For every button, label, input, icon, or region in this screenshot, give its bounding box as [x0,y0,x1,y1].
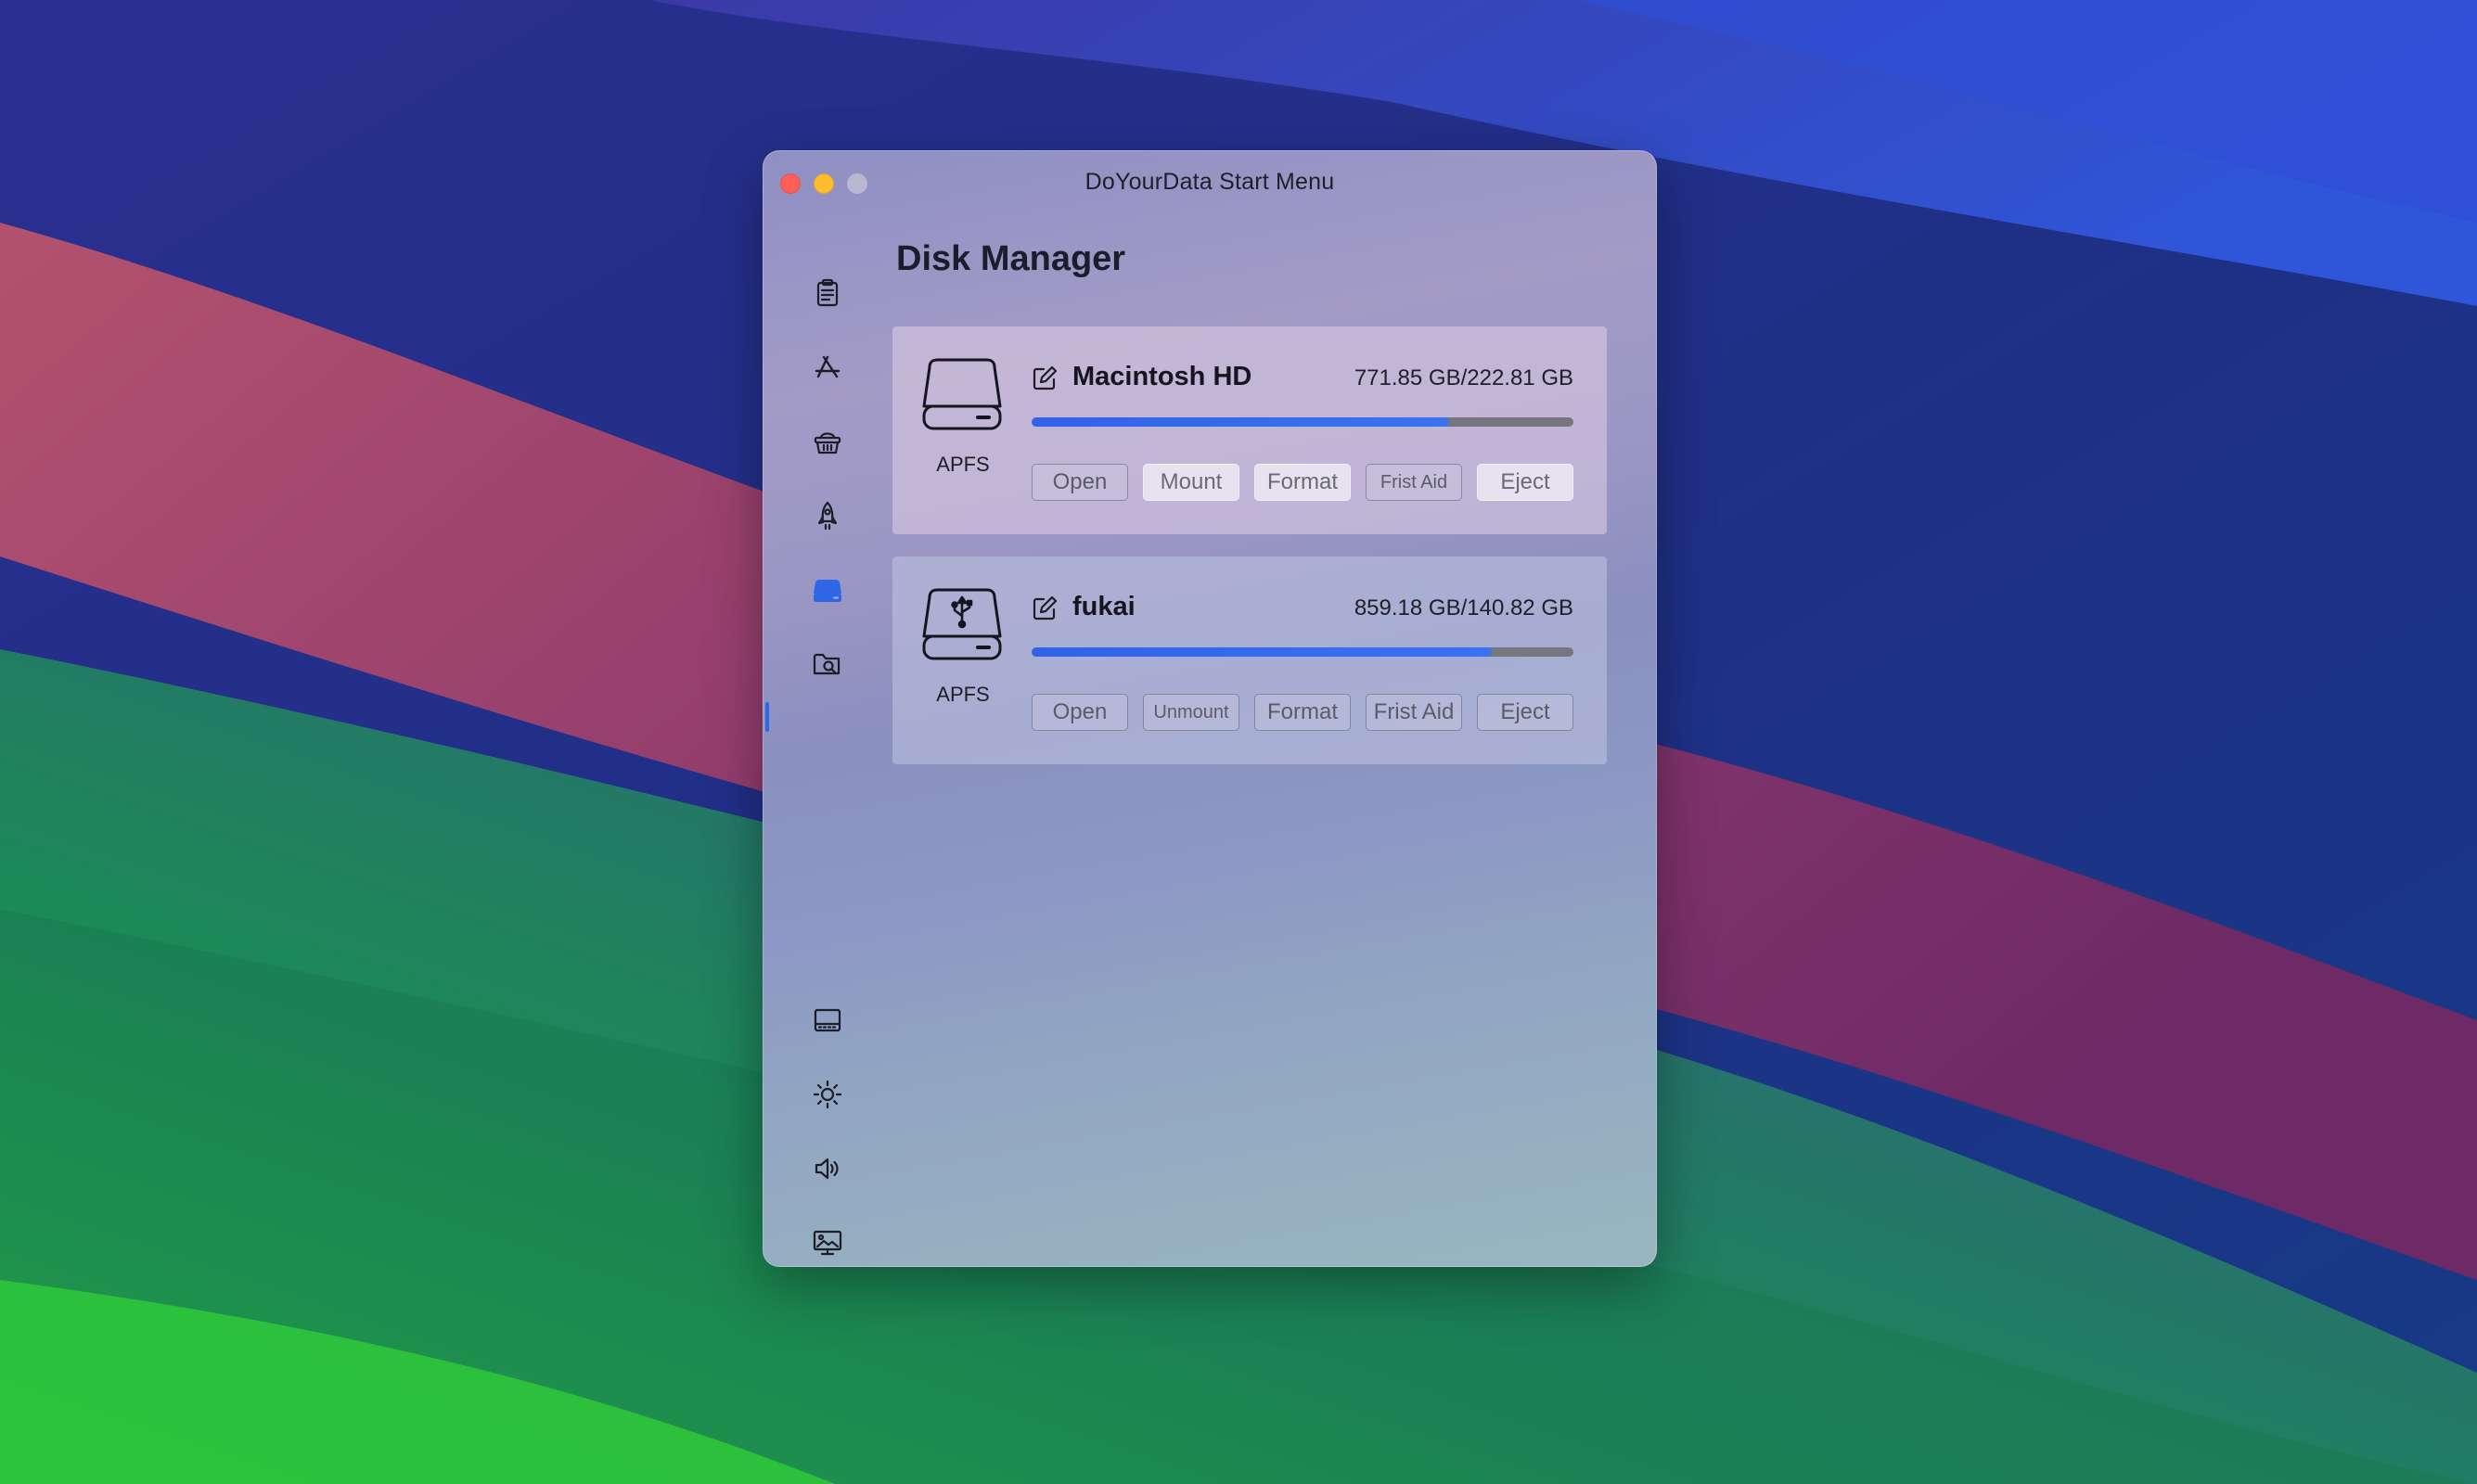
sidebar-item-basket[interactable] [805,419,850,464]
disk-actions: Open Mount Format Frist Aid Eject [1032,464,1573,503]
usage-bar-fill [1032,417,1449,427]
format-button[interactable]: Format [1254,694,1351,731]
usage-bar [1032,647,1573,657]
rocket-icon [817,501,838,531]
active-indicator [765,702,769,732]
basket-icon [814,432,841,454]
display-settings-icon [813,1230,842,1256]
window-title: DoYourData Start Menu [1084,169,1335,195]
disk-size: 859.18 GB/140.82 GB [1354,595,1573,620]
disk-name: fukai [1072,592,1136,621]
folder-search-icon [813,653,841,675]
sidebar-item-brightness[interactable] [805,1072,850,1117]
sidebar [763,217,892,1267]
sidebar-item-volume[interactable] [805,1146,850,1191]
hard-drive-icon [814,580,841,602]
eject-button[interactable]: Eject [1477,694,1573,731]
filesystem-label: APFS [936,453,990,476]
title-bar[interactable]: DoYourData Start Menu [763,150,1657,217]
usage-bar-fill [1032,647,1493,657]
open-button[interactable]: Open [1032,694,1128,731]
sidebar-item-screen[interactable] [805,998,850,1043]
filesystem-label: APFS [936,683,990,706]
sidebar-item-clipboard[interactable] [805,271,850,315]
disk-name: Macintosh HD [1072,362,1252,391]
sidebar-item-display-settings[interactable] [805,1221,850,1265]
open-button[interactable]: Open [1032,464,1128,501]
eject-button[interactable]: Eject [1477,464,1573,501]
edit-name-icon[interactable] [1032,365,1058,391]
app-store-icon [815,355,841,378]
disk-actions: Open Unmount Format Frist Aid Eject [1032,694,1573,733]
screen-icon [814,1008,841,1032]
unmount-button[interactable]: Unmount [1143,694,1239,731]
format-button[interactable]: Format [1254,464,1351,501]
disk-size: 771.85 GB/222.81 GB [1354,365,1573,390]
usb-drive-icon [922,588,1002,660]
close-window-button[interactable] [780,173,801,194]
volume-icon [815,1158,839,1180]
app-window: DoYourData Start Menu Disk Manager APFS … [763,150,1657,1267]
mount-button[interactable]: Mount [1143,464,1239,501]
edit-name-icon[interactable] [1032,595,1058,621]
clipboard-icon [816,278,839,307]
internal-drive-icon [922,358,1002,430]
sidebar-item-folder-search[interactable] [805,642,850,686]
sidebar-item-app-store[interactable] [805,345,850,390]
usage-bar [1032,417,1573,427]
disk-card-fukai: APFS fukai 859.18 GB/140.82 GB Open Unmo… [892,556,1607,764]
brightness-icon [813,1080,842,1109]
sidebar-item-disk-manager[interactable] [805,568,850,612]
first-aid-button[interactable]: Frist Aid [1366,464,1462,501]
minimize-window-button[interactable] [814,173,834,194]
zoom-window-button [847,173,867,194]
page-title: Disk Manager [896,239,1126,278]
disk-card-macintosh-hd: APFS Macintosh HD 771.85 GB/222.81 GB Op… [892,326,1607,534]
sidebar-item-rocket[interactable] [805,493,850,538]
first-aid-button[interactable]: Frist Aid [1366,694,1462,731]
